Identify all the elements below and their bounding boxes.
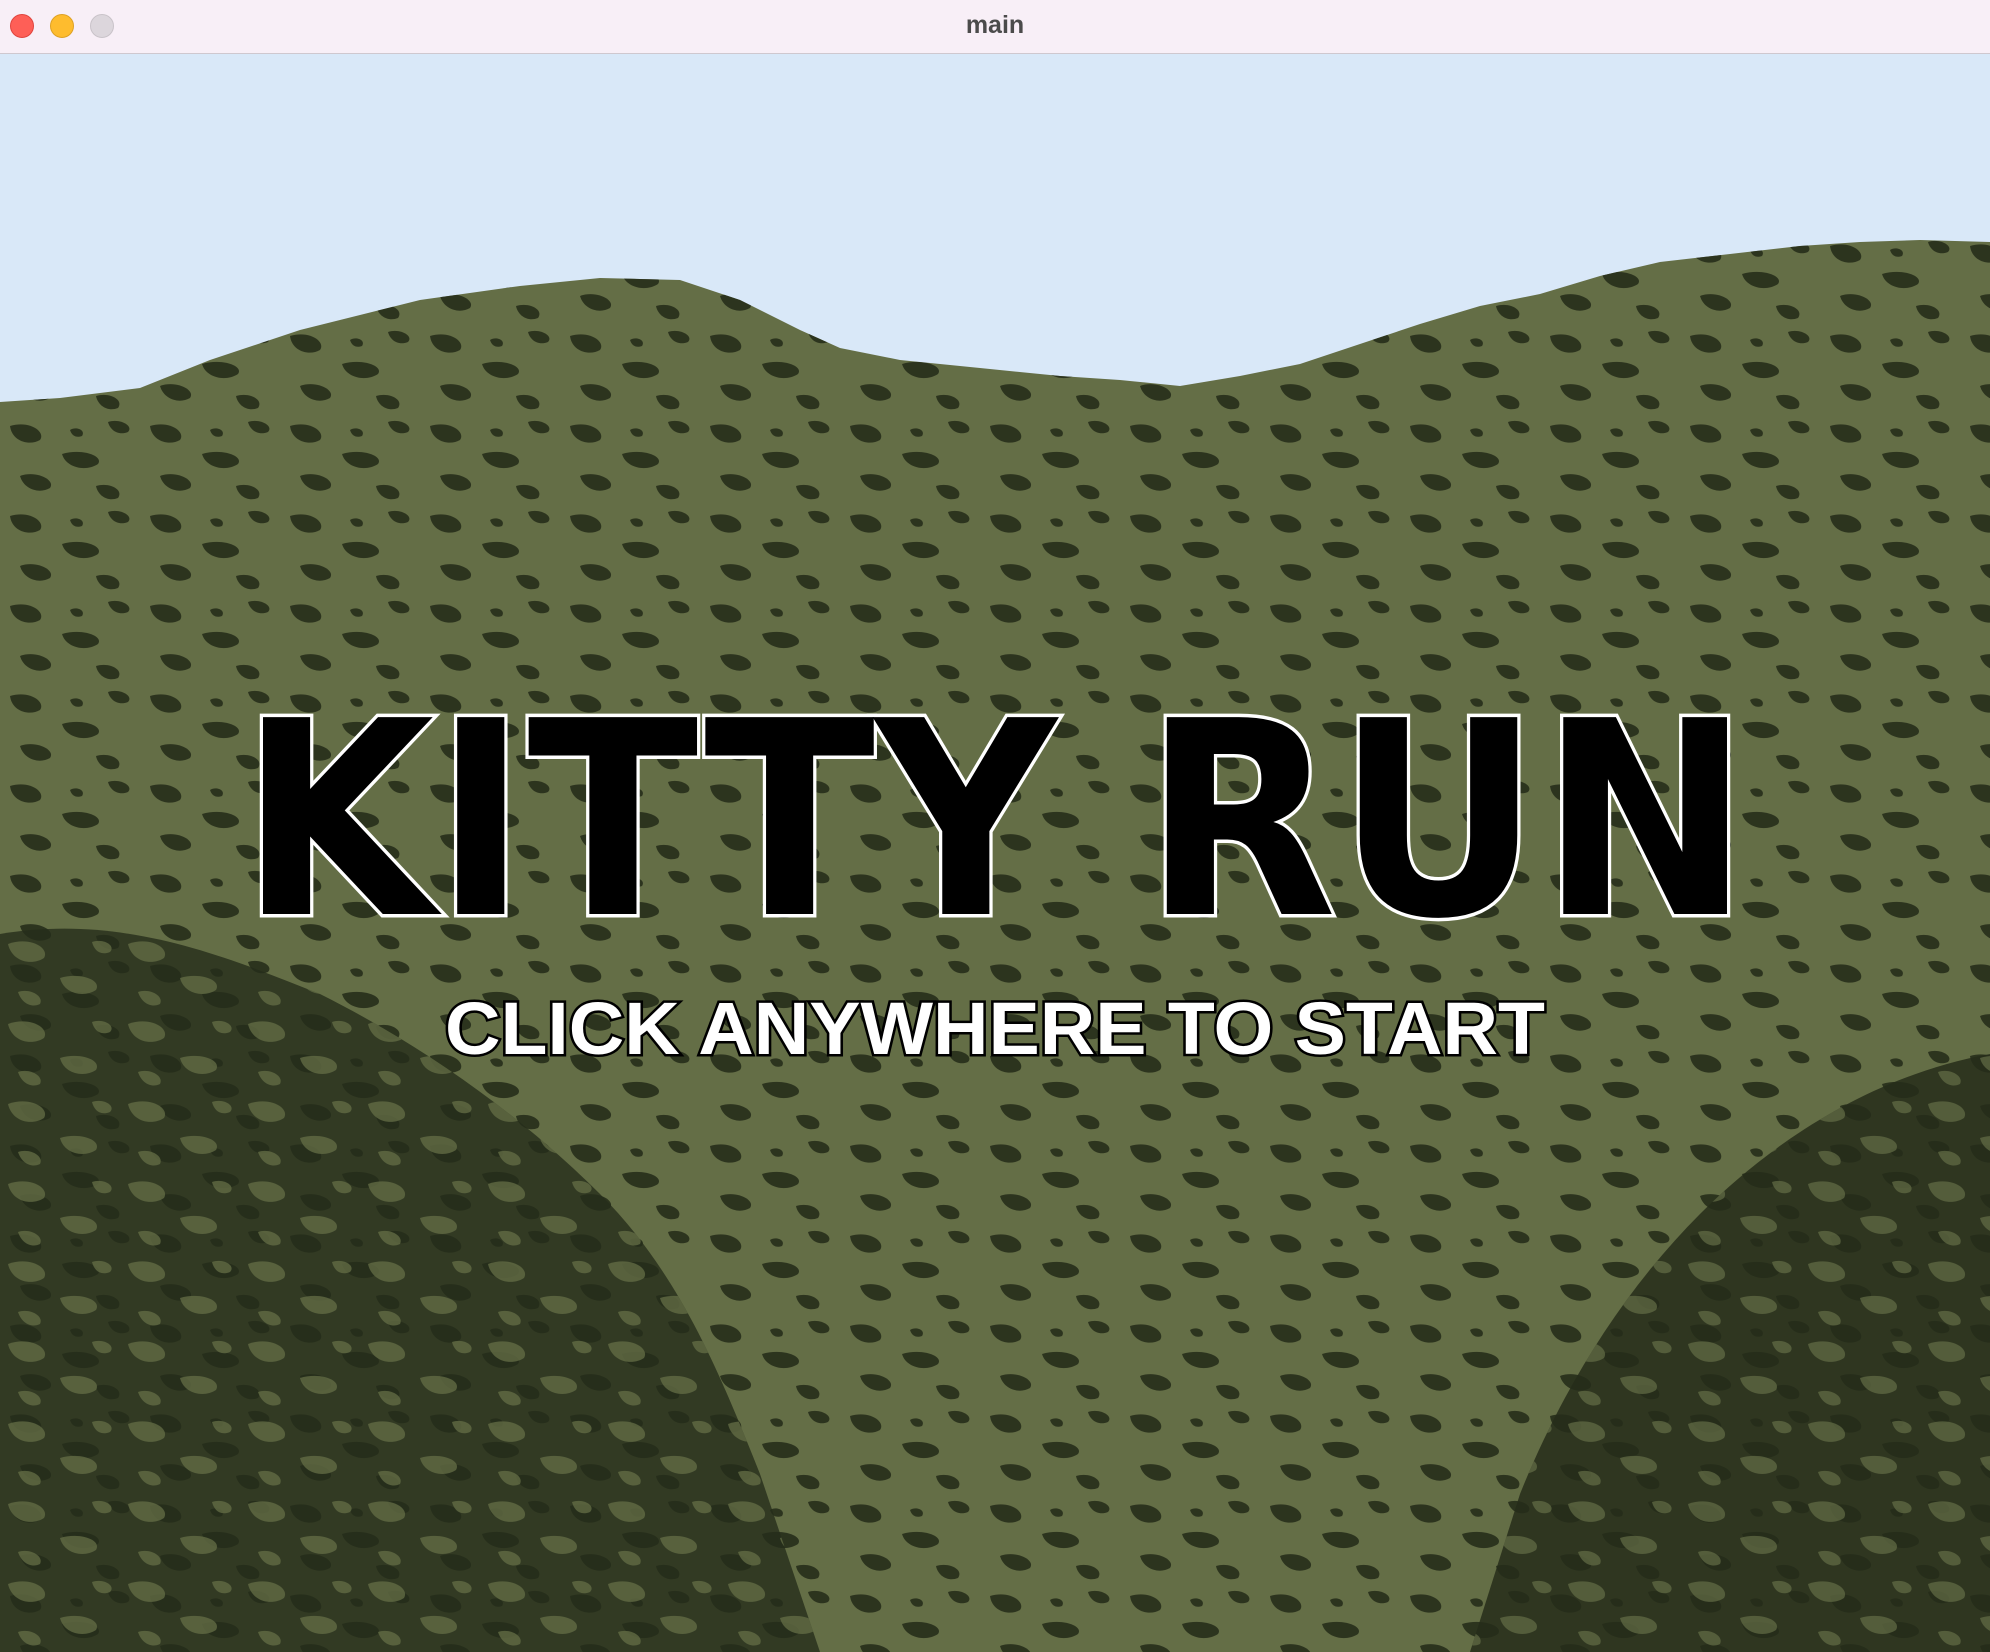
window-title: main xyxy=(965,11,1025,39)
game-title: KITTY RUN xyxy=(240,663,1750,978)
window-titlebar[interactable]: main xyxy=(0,0,1990,54)
game-canvas[interactable]: KITTY RUN CLICK ANYWHERE TO START xyxy=(0,54,1990,1652)
app-window: main KITTY RUN CLICK ANYWHERE TO START xyxy=(0,0,1990,1652)
game-scene[interactable]: KITTY RUN CLICK ANYWHERE TO START xyxy=(0,54,1990,1652)
start-prompt[interactable]: CLICK ANYWHERE TO START xyxy=(443,985,1548,1073)
